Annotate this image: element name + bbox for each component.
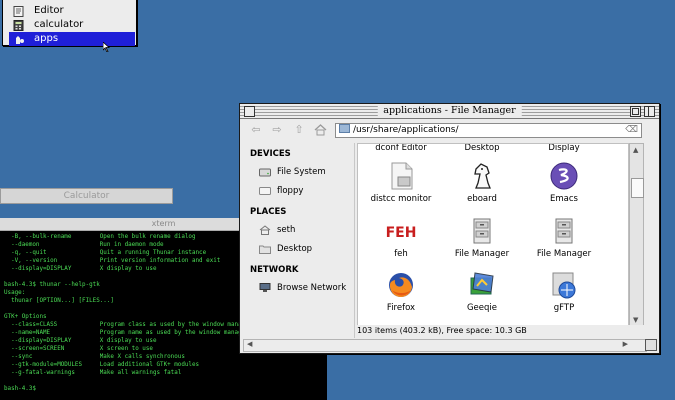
file-item-label: feh [394,249,408,259]
chess-knight-icon [467,161,497,191]
menu-item-label: apps [34,33,59,44]
editor-icon [13,5,25,17]
file-item-label: Firefox [386,303,416,313]
file-item-feh[interactable]: FEH feh [361,216,441,259]
clear-location-icon[interactable]: ⌫ [625,124,638,137]
file-item-label: distcc monitor [370,194,432,204]
horizontal-scrollbar[interactable]: ◀ ▶ [243,339,647,352]
sidebar-heading-devices: DEVICES [250,149,291,159]
file-item-distcc-monitor[interactable]: distcc monitor [361,161,441,204]
sidebar-item-desktop[interactable]: Desktop [259,244,312,254]
file-manager-titlebar[interactable]: applications - File Manager [240,104,659,119]
sidebar-item-label: Desktop [277,244,313,254]
menu-item-apps[interactable]: apps [9,32,135,46]
sidebar-item-floppy[interactable]: floppy [259,186,303,196]
file-item-label: Emacs [550,194,578,204]
file-item-geeqie[interactable]: Geeqie [442,270,522,313]
menu-item-label: Editor [34,5,64,16]
file-manager-icon [549,216,579,246]
mouse-pointer-icon [102,37,111,56]
folder-icon [339,124,350,133]
toolbar: ⇦ ⇨ ⇧ /usr/share/applications/ ⌫ [240,120,659,140]
calculator-window-titlebar[interactable]: Calculator [0,188,173,204]
file-item-label: File Manager [536,249,592,259]
up-arrow-icon[interactable]: ⇧ [292,124,306,136]
menu-item-label: calculator [34,19,84,30]
file-item-label: eboard [467,194,497,204]
location-bar[interactable]: /usr/share/applications/ ⌫ [335,123,642,138]
calculator-icon [13,19,25,31]
file-item-file-manager[interactable]: File Manager [524,216,604,259]
file-icon-view[interactable]: dconf Editor Desktop Display distcc moni… [357,143,629,327]
zoom-box-icon[interactable] [630,106,641,117]
sidebar-item-label: Browse Network [277,283,347,293]
network-icon [259,283,271,293]
sidebar-heading-network: NETWORK [250,265,299,275]
sidebar-item-label: floppy [277,186,304,196]
document-icon [386,161,416,191]
file-item-label: Desktop [464,143,500,153]
svg-text:FEH: FEH [386,225,416,241]
scroll-down-arrow-icon[interactable]: ▼ [633,316,638,324]
file-item-label: gFTP [553,303,575,313]
sidebar-heading-places: PLACES [250,207,287,217]
sidebar-item-label: seth [277,225,296,235]
feh-logo-icon: FEH [386,216,417,246]
file-item-desktop[interactable]: Desktop [442,143,522,153]
resize-grip-icon[interactable] [645,339,657,351]
file-item-label: dconf Editor [375,143,427,153]
file-item-display[interactable]: Display [524,143,604,153]
scrollbar-thumb[interactable] [631,178,644,198]
sidebar-item-seth[interactable]: seth [259,225,295,235]
file-item-eboard[interactable]: eboard [442,161,522,204]
sidebar-item-label: File System [277,167,326,177]
scroll-left-arrow-icon[interactable]: ◀ [247,340,252,348]
sidebar-item-browse-network[interactable]: Browse Network [259,283,346,293]
file-item-file-manager[interactable]: File Manager [442,216,522,259]
file-item-label: Display [548,143,580,153]
menu-item-editor[interactable]: Editor [9,4,135,18]
status-text: 103 items (403.2 kB), Free space: 10.3 G… [357,326,527,335]
file-item-emacs[interactable]: Emacs [524,161,604,204]
file-manager-window: applications - File Manager ⇦ ⇨ ⇧ /usr/s… [239,103,660,354]
window-title: Calculator [63,191,110,201]
gftp-icon [549,270,579,300]
vertical-scrollbar[interactable]: ▲ ▼ [629,143,644,327]
location-path: /usr/share/applications/ [353,125,459,135]
floppy-icon [259,186,271,196]
home-icon[interactable] [313,124,327,136]
status-bar: 103 items (403.2 kB), Free space: 10.3 G… [357,325,647,337]
launcher-menu: Editor calculator apps [2,0,137,53]
firefox-icon [386,270,416,300]
window-title: xterm [151,219,176,228]
home-icon [259,225,271,235]
file-item-firefox[interactable]: Firefox [361,270,441,313]
scroll-up-arrow-icon[interactable]: ▲ [633,146,638,154]
back-arrow-icon[interactable]: ⇦ [249,124,263,136]
menu-item-calculator[interactable]: calculator [9,18,135,32]
shade-box-icon[interactable] [644,106,655,117]
file-manager-icon [467,216,497,246]
file-item-label: File Manager [454,249,510,259]
forward-arrow-icon[interactable]: ⇨ [270,124,284,136]
file-item-label: Geeqie [466,303,498,313]
emacs-icon [549,161,579,191]
sidebar: DEVICES File System floppy PLACES seth D… [243,143,355,338]
file-item-gftp[interactable]: gFTP [524,270,604,313]
window-title: applications - File Manager [377,104,522,118]
file-item-dconf-editor[interactable]: dconf Editor [361,143,441,153]
close-box-icon[interactable] [244,106,255,117]
sidebar-item-file-system[interactable]: File System [259,167,326,177]
geeqie-icon [467,270,497,300]
scroll-right-arrow-icon[interactable]: ▶ [623,340,628,348]
desktop-folder-icon [259,244,271,254]
hard-drive-icon [259,167,271,177]
apps-icon [13,34,25,45]
